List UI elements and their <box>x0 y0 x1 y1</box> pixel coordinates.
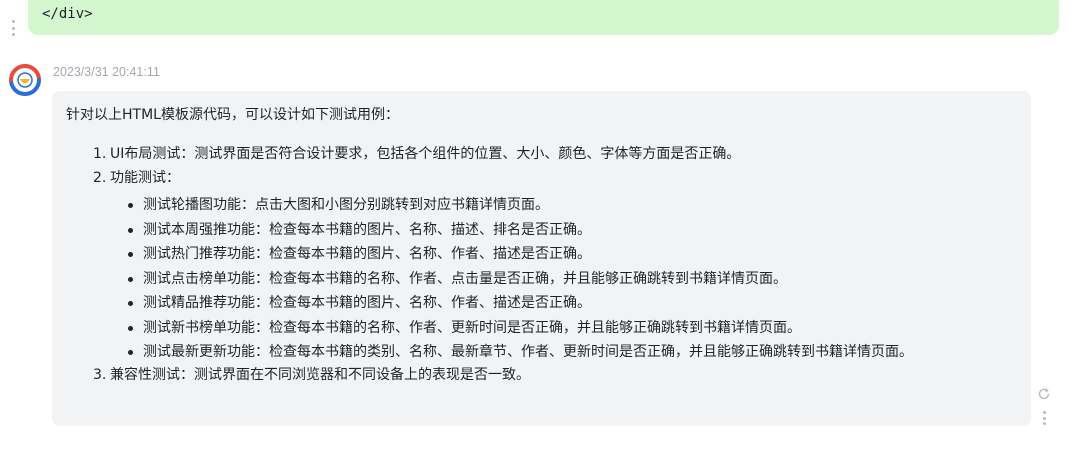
list-item-number: 1. <box>93 146 107 162</box>
user-message-bubble: </div> <box>28 0 1059 35</box>
test-case-list: 1. UI布局测试：测试界面是否符合设计要求，包括各个组件的位置、大小、颜色、字… <box>66 142 1017 387</box>
sub-list-item: 测试本周强推功能：检查每本书籍的图片、名称、描述、排名是否正确。 <box>128 216 1017 241</box>
user-message-code: </div> <box>42 6 93 22</box>
drag-handle-icon[interactable] <box>11 20 15 36</box>
list-item-text: 兼容性测试：测试界面在不同浏览器和不同设备上的表现是否一致。 <box>110 366 530 383</box>
bot-avatar-icon <box>9 64 41 96</box>
more-vertical-icon[interactable] <box>1043 411 1046 425</box>
sub-list-item: 测试精品推荐功能：检查每本书籍的图片、名称、作者、描述是否正确。 <box>128 289 1017 314</box>
sub-list-item: 测试最新更新功能：检查每本书籍的类别、名称、最新章节、作者、更新时间是否正确，并… <box>128 338 1017 363</box>
sub-list-item: 测试新书榜单功能：检查每本书籍的名称、作者、更新时间是否正确，并且能够正确跳转到… <box>128 314 1017 339</box>
sub-list: 测试轮播图功能：点击大图和小图分别跳转到对应书籍详情页面。 测试本周强推功能：检… <box>110 191 1017 363</box>
list-item: 2. 功能测试： 测试轮播图功能：点击大图和小图分别跳转到对应书籍详情页面。 测… <box>93 166 1017 363</box>
bot-message-intro: 针对以上HTML模板源代码，可以设计如下测试用例： <box>66 107 399 123</box>
sub-list-item: 测试热门推荐功能：检查每本书籍的图片、名称、作者、描述是否正确。 <box>128 240 1017 265</box>
list-item: 3. 兼容性测试：测试界面在不同浏览器和不同设备上的表现是否一致。 <box>93 363 1017 387</box>
list-item-number: 3. <box>93 366 107 383</box>
list-item: 1. UI布局测试：测试界面是否符合设计要求，包括各个组件的位置、大小、颜色、字… <box>93 142 1017 166</box>
list-item-text: 功能测试： <box>110 170 180 186</box>
refresh-icon[interactable] <box>1037 387 1051 401</box>
list-item-number: 2. <box>93 170 107 186</box>
chat-page: </div> 2023/3/31 20:41:11 针对以上HTML模板源代码，… <box>0 0 1080 458</box>
message-timestamp: 2023/3/31 20:41:11 <box>53 65 160 79</box>
bot-message-bubble: 针对以上HTML模板源代码，可以设计如下测试用例： 1. UI布局测试：测试界面… <box>52 91 1031 426</box>
sub-list-item: 测试点击榜单功能：检查每本书籍的名称、作者、点击量是否正确，并且能够正确跳转到书… <box>128 265 1017 290</box>
list-item-text: UI布局测试：测试界面是否符合设计要求，包括各个组件的位置、大小、颜色、字体等方… <box>110 146 741 162</box>
sub-list-item: 测试轮播图功能：点击大图和小图分别跳转到对应书籍详情页面。 <box>128 191 1017 216</box>
